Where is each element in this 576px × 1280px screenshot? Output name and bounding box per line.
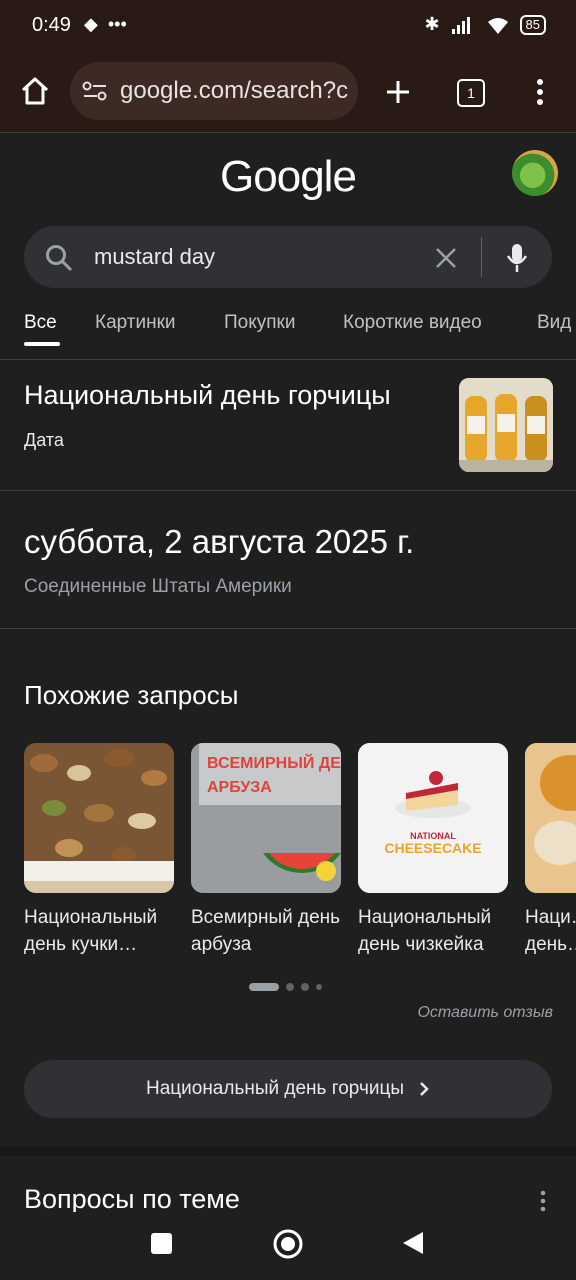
carousel-dot — [286, 983, 294, 991]
discord-icon: ◆ — [84, 14, 98, 34]
carousel-dot-active — [249, 983, 279, 991]
section-menu-icon[interactable] — [538, 1190, 548, 1212]
answer-title[interactable]: Национальный день горчицы — [24, 380, 391, 411]
divider — [0, 628, 576, 629]
search-divider — [481, 237, 482, 277]
carousel-dot — [316, 984, 322, 990]
recents-button[interactable] — [151, 1233, 172, 1254]
system-status-icons: ✱ 85 — [424, 14, 546, 35]
mustard-bottles-image[interactable] — [459, 378, 553, 472]
related-image-watermelon[interactable]: ВСЕМИРНЫЙ ДЕ АРБУЗА — [191, 743, 341, 893]
divider — [0, 359, 576, 360]
carousel-pagination — [249, 983, 322, 991]
tab-images[interactable]: Картинки — [95, 312, 176, 334]
related-label-vanilla[interactable]: Наци… день… — [525, 904, 576, 958]
search-icon — [46, 245, 73, 272]
feedback-link[interactable]: Оставить отзыв — [417, 1004, 553, 1022]
chevron-right-icon — [420, 1082, 429, 1096]
back-button[interactable] — [401, 1230, 425, 1256]
related-label-cheesecake[interactable]: Национальный день чизкейка — [358, 904, 510, 958]
active-tab-indicator — [24, 342, 60, 346]
tab-switcher-button[interactable]: 1 — [457, 79, 485, 107]
watermelon-image-text: ВСЕМИРНЫЙ ДЕ — [207, 753, 341, 772]
google-logo[interactable]: Google — [0, 152, 576, 202]
divider — [0, 490, 576, 491]
nuts-illustration — [24, 743, 174, 893]
mustard-bottles-illustration — [459, 378, 553, 472]
address-bar[interactable]: google.com/search?c — [70, 62, 358, 120]
search-input[interactable]: mustard day — [94, 244, 215, 270]
battery-icon: 85 — [519, 14, 546, 35]
browser-menu-icon[interactable] — [534, 78, 546, 106]
related-label-nuts[interactable]: Национальный день кучки… — [24, 904, 176, 958]
clear-search-icon[interactable] — [434, 246, 458, 270]
related-image-vanilla[interactable] — [525, 743, 576, 893]
watermelon-illustration: ВСЕМИРНЫЙ ДЕ АРБУЗА — [191, 743, 341, 893]
more-notifications-icon: ••• — [107, 14, 127, 34]
svg-text:CHEESECAKE: CHEESECAKE — [384, 840, 481, 856]
cheesecake-illustration: NATIONAL CHEESECAKE — [358, 743, 508, 893]
answer-country: Соединенные Штаты Америки — [24, 576, 292, 597]
more-about-button[interactable]: Национальный день горчицы — [24, 1060, 552, 1118]
more-about-label: Национальный день горчицы — [145, 1078, 405, 1099]
tab-videos[interactable]: Вид — [537, 312, 571, 334]
bluetooth-icon: ✱ — [424, 14, 440, 34]
answer-date: суббота, 2 августа 2025 г. — [24, 523, 415, 560]
tab-all[interactable]: Все — [24, 312, 57, 334]
questions-heading: Вопросы по теме — [24, 1184, 240, 1214]
related-label-watermelon[interactable]: Всемирный день арбуза — [191, 904, 343, 958]
site-settings-icon[interactable] — [82, 80, 108, 102]
related-image-nuts[interactable] — [24, 743, 174, 893]
section-separator — [0, 1146, 576, 1156]
related-searches-heading: Похожие запросы — [24, 680, 239, 710]
home-button[interactable] — [272, 1228, 304, 1260]
related-image-cheesecake[interactable]: NATIONAL CHEESECAKE — [358, 743, 508, 893]
watermelon-image-text-2: АРБУЗА — [207, 779, 272, 796]
vanilla-illustration — [525, 743, 576, 893]
url-text[interactable]: google.com/search?c — [120, 77, 352, 105]
new-tab-icon[interactable] — [384, 78, 412, 106]
answer-subtitle: Дата — [24, 430, 64, 450]
wifi-icon — [487, 17, 508, 34]
status-time: 0:49 — [32, 14, 71, 36]
voice-search-icon[interactable] — [505, 242, 529, 274]
tab-shopping[interactable]: Покупки — [224, 312, 295, 334]
signal-icon — [451, 16, 470, 34]
notification-icons: ◆ ••• — [84, 14, 127, 35]
account-avatar[interactable] — [512, 150, 558, 196]
tab-short-videos[interactable]: Короткие видео — [343, 312, 482, 334]
home-icon[interactable] — [20, 76, 50, 106]
carousel-dot — [301, 983, 309, 991]
